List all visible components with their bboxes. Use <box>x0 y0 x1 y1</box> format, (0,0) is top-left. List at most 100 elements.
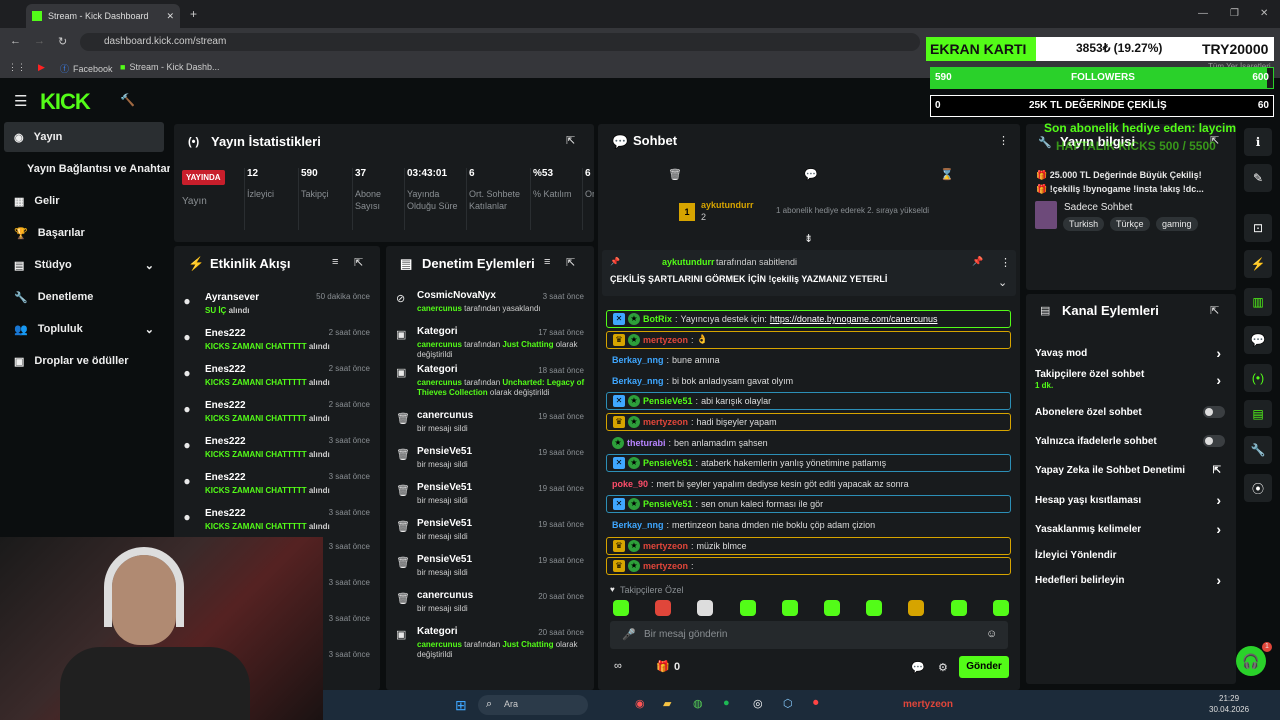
more-icon[interactable]: ⋮ <box>998 134 1009 147</box>
obs-icon[interactable]: ◎ <box>753 697 763 710</box>
lightning-icon[interactable]: ⚡ <box>1244 250 1272 278</box>
chat-message[interactable]: ✕ ★ PensieVe51: ataberk hakemlerin yanlış y… <box>606 454 1011 473</box>
chat-message[interactable]: ♛ ★ mertyzeon: 👌 <box>606 330 1011 349</box>
file-explorer-icon[interactable]: ▰ <box>663 697 671 710</box>
emote-icon[interactable] <box>866 600 883 616</box>
sidebar-item-denetleme[interactable]: 🔧 Denetleme <box>4 282 164 312</box>
chat-username[interactable]: mertyzeon <box>643 335 688 345</box>
popout-icon[interactable]: ⇱ <box>1210 304 1219 317</box>
chat-username[interactable]: PensieVe51 <box>643 499 693 509</box>
emote-icon[interactable] <box>781 600 798 616</box>
chat-link[interactable]: https://donate.bynogame.com/canercunus <box>770 314 938 324</box>
tag-turkce[interactable]: Türkçe <box>1110 217 1150 231</box>
clipboard-icon[interactable]: ▥ <box>1244 288 1272 316</box>
windows-start-icon[interactable]: ⊞ <box>455 697 467 714</box>
moderation-item[interactable]: 🗑 PensieVe51 bir mesajı sildi 19 saat önce <box>386 550 594 586</box>
emote-icon[interactable] <box>697 600 714 616</box>
wrench-rail-icon[interactable]: 🔧 <box>1244 436 1272 464</box>
chat-message[interactable]: ✕ ★ BotRix: Yayıncıya destek için: https://d… <box>606 310 1011 328</box>
forward-icon[interactable]: → <box>34 35 45 47</box>
community-rail-icon[interactable]: ⦿ <box>1244 474 1272 502</box>
sidebar-item-stream-key[interactable]: Yayın Bağlantısı ve Anahtarı <box>4 154 170 184</box>
emote-icon[interactable] <box>739 600 756 616</box>
app-icon[interactable]: ⬡ <box>783 697 793 710</box>
chat-message[interactable]: ✕ ★ PensieVe51: abi karışık olaylar <box>606 392 1011 411</box>
moderation-item[interactable]: 🗑 PensieVe51 bir mesajı sildi 19 saat önce <box>386 442 594 478</box>
minimize-icon[interactable]: — <box>1198 8 1208 19</box>
activity-item[interactable]: ⦁ Enes222 KICKS ZAMANI CHATTTTT alındı 3 sa… <box>174 430 380 464</box>
filter-icon[interactable]: ≡ <box>332 256 338 268</box>
chat-input[interactable]: 🎤 Bir mesaj gönderin ☺ <box>610 621 1008 649</box>
chat-message[interactable]: Berkay_nng: bune amına <box>606 351 1011 369</box>
chat-username[interactable]: mertyzeon <box>643 541 688 551</box>
new-tab-icon[interactable]: + <box>190 7 197 21</box>
chat-bubble-icon[interactable]: 💬 <box>804 168 818 181</box>
maximize-icon[interactable]: ❐ <box>1230 8 1239 19</box>
category-name[interactable]: Sadece Sohbet <box>1064 202 1132 213</box>
moderation-item[interactable]: 🗑 PensieVe51 bir mesajı sildi 19 saat önce <box>386 514 594 550</box>
emote-icon[interactable] <box>655 600 672 616</box>
unpin-icon[interactable]: 📌 <box>972 256 983 267</box>
chat-bubble-icon[interactable]: 💬 <box>911 661 925 674</box>
close-window-icon[interactable]: ✕ <box>1260 8 1268 19</box>
chevron-down-icon[interactable]: ⌄ <box>998 276 1007 289</box>
activity-item[interactable]: ⦁ Enes222 KICKS ZAMANI CHATTTTT alındı 3 sa… <box>174 502 380 536</box>
sidebar-item-basarilar[interactable]: 🏆 Başarılar <box>4 218 164 248</box>
toggle-switch[interactable] <box>1203 406 1225 418</box>
channel-action-item[interactable]: Yasaklanmış kelimeler › <box>1035 518 1225 540</box>
moderation-item[interactable]: 🗑 canercunus bir mesajı sildi 20 saat önce <box>386 586 594 622</box>
moderation-item[interactable]: 🗑 canercunus bir mesajı sildi 19 saat önce <box>386 406 594 442</box>
chat-username[interactable]: theturabi <box>627 438 666 448</box>
browser-tab[interactable]: Stream - Kick Dashboard ✕ <box>26 4 180 28</box>
chat-username[interactable]: PensieVe51 <box>643 458 693 468</box>
chat-message[interactable]: Berkay_nng: bi bok anladıysam gavat olyım <box>606 372 1011 390</box>
sub-gifter-name[interactable]: aykutundurr <box>701 200 754 210</box>
popout-icon[interactable]: ⇱ <box>354 256 363 269</box>
apps-icon[interactable]: ⋮⋮ <box>8 62 26 73</box>
send-button[interactable]: Gönder <box>959 656 1009 678</box>
chat-username[interactable]: BotRix <box>643 314 672 324</box>
bookmark-kick[interactable]: ■ Stream - Kick Dashb... <box>120 62 219 72</box>
sidebar-item-studyo[interactable]: ▤ Stüdyo ⌄ <box>4 250 164 280</box>
emoji-icon[interactable]: ☺ <box>986 628 997 640</box>
moderation-item[interactable]: ▣ Kategori canercunus tarafından Just Chat… <box>386 622 594 660</box>
chat-message[interactable]: ♛ ★ mertyzeon: müzik blmce <box>606 536 1011 555</box>
activity-item[interactable]: ⦁ Enes222 KICKS ZAMANI CHATTTTT alındı 2 sa… <box>174 394 380 428</box>
chat-message[interactable]: Berkay_nng: mertinzeon bana dmden nie bok… <box>606 516 1011 534</box>
kick-logo[interactable]: KICK <box>40 89 91 115</box>
youtube-bookmark-icon[interactable]: ▶ <box>38 62 45 73</box>
reload-icon[interactable]: ↻ <box>58 35 67 48</box>
channel-action-item[interactable]: Hedefleri belirleyin › <box>1035 569 1225 591</box>
infinity-points-icon[interactable]: ∞ <box>614 660 622 672</box>
broadcast-rail-icon[interactable]: (•) <box>1244 364 1272 392</box>
support-icon[interactable]: 🎧 <box>1236 646 1266 676</box>
channel-action-item[interactable]: Abonelere özel sohbet <box>1035 401 1225 423</box>
activity-item[interactable]: ⦁ Enes222 KICKS ZAMANI CHATTTTT alındı 2 sa… <box>174 322 380 356</box>
chat-message[interactable]: poke_90: mert bi şeyler yapalım dediyse k… <box>606 475 1011 493</box>
activity-item[interactable]: ⦁ Enes222 KICKS ZAMANI CHATTTTT alındı 3 sa… <box>174 466 380 500</box>
chat-message[interactable]: ★ theturabi: ben anlamadım şahsen <box>606 434 1011 452</box>
sidebar-item-gelir[interactable]: ▦ Gelir <box>4 186 164 216</box>
more-icon[interactable]: ⋮ <box>1000 256 1011 269</box>
chat-username[interactable]: Berkay_nng <box>612 355 664 365</box>
gear-icon[interactable]: ⚙ <box>938 661 948 674</box>
chat-rail-icon[interactable]: 💬 <box>1244 326 1272 354</box>
trash-icon[interactable]: 🗑 <box>668 168 682 181</box>
taskbar-search[interactable]: ⌕ Ara <box>478 695 588 715</box>
channel-action-item[interactable]: Yalnızca ifadelerle sohbet <box>1035 430 1225 452</box>
filter-icon[interactable]: ≡ <box>544 256 550 268</box>
moderation-item[interactable]: 🗑 PensieVe51 bir mesajı sildi 19 saat önce <box>386 478 594 514</box>
sidebar-item-topluluk[interactable]: 👥 Topluluk ⌄ <box>4 314 164 344</box>
moderation-rail-icon[interactable]: ▤ <box>1244 400 1272 428</box>
chat-message[interactable]: ✕ ★ PensieVe51: sen onun kaleci forması ile… <box>606 495 1011 514</box>
chat-username[interactable]: PensieVe51 <box>643 396 693 406</box>
emote-icon[interactable] <box>613 600 629 616</box>
tag-turkish[interactable]: Turkish <box>1063 217 1105 231</box>
emote-icon[interactable] <box>992 600 1009 616</box>
recorder-icon[interactable]: ⏺ <box>813 697 819 710</box>
gift-icon[interactable]: 🎁 <box>656 660 670 673</box>
chat-username[interactable]: Berkay_nng <box>612 520 664 530</box>
sidebar-item-yayin[interactable]: ◉ Yayın <box>4 122 164 152</box>
channel-action-item[interactable]: Yavaş mod › <box>1035 342 1225 364</box>
pin-divider-icon[interactable]: ⇟ <box>804 232 813 245</box>
